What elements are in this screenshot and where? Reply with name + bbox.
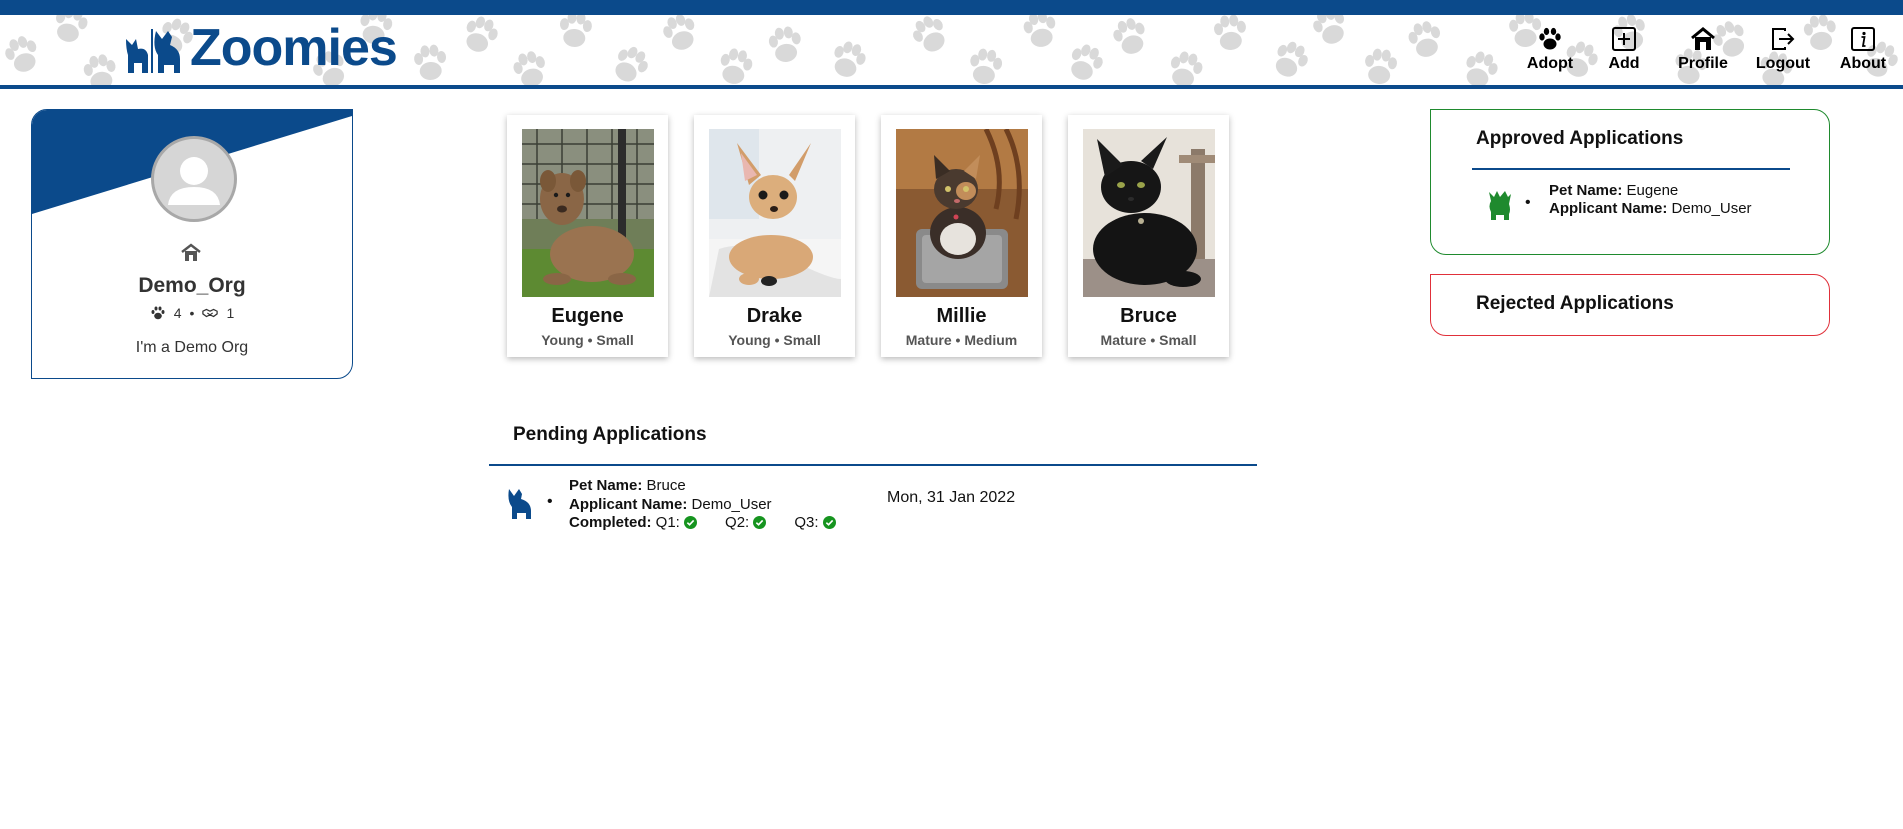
pet-photo-drake [709,129,841,297]
top-accent-bar [0,0,1903,15]
application-date: Mon, 31 Jan 2022 [887,489,1016,506]
pet-name: Bruce [1120,305,1177,327]
nav-add[interactable]: Add [1600,25,1648,85]
pet-meta: Young • Small [541,332,634,348]
nav-adopt[interactable]: Adopt [1520,25,1580,85]
cat-icon [508,489,531,519]
house-icon [181,243,201,261]
org-stats: 4 • 1 [32,305,352,321]
pet-name-label: Pet Name: [1549,182,1623,199]
nav-about-label: About [1839,55,1887,72]
pet-meta: Mature • Medium [905,332,1018,348]
q3-label: Q3: [794,514,819,531]
applicant-label: Applicant Name: [1549,200,1668,217]
pet-name-line: Pet Name: Bruce [569,477,838,496]
nav-profile[interactable]: Profile [1675,25,1731,85]
org-profile-card: Demo_Org 4 • 1 I'm a Demo Org [31,109,353,379]
nav-add-label: Add [1608,55,1640,72]
stats-separator: • [189,305,195,321]
nav-profile-label: Profile [1678,55,1728,72]
pet-photo-millie [896,129,1028,297]
pet-name-value: Eugene [1626,182,1679,199]
applicant-label: Applicant Name: [569,495,688,513]
pet-name: Eugene [551,305,624,327]
pet-name: Millie [936,305,987,327]
list-bullet: • [1525,194,1531,211]
house-icon [1691,27,1715,50]
check-circle-icon [683,516,697,529]
pet-card-eugene[interactable]: Eugene Young • Small [507,115,668,357]
avatar [151,136,237,222]
info-icon [1851,27,1875,51]
applicant-line: Applicant Name: Demo_User [569,496,838,515]
paw-icon [1539,27,1561,50]
pet-photo-bruce [1083,129,1215,297]
pet-card-drake[interactable]: Drake Young • Small [694,115,855,357]
approved-applications-panel: Approved Applications • Pet Name: Eugene… [1430,109,1830,255]
pet-card-bruce[interactable]: Bruce Mature • Small [1068,115,1229,357]
dog-icon [1489,191,1511,220]
nav-adopt-label: Adopt [1526,55,1574,72]
paw-icon [151,306,165,320]
approved-divider [1472,168,1790,170]
pet-name-line: Pet Name: Eugene [1549,182,1752,200]
check-circle-icon [822,516,836,529]
pet-name: Drake [746,305,803,327]
application-details: Pet Name: Eugene Applicant Name: Demo_Us… [1549,182,1752,218]
pending-applications-title: Pending Applications [513,424,707,445]
application-details: Pet Name: Bruce Applicant Name: Demo_Use… [569,477,838,533]
site-header: Zoomies Adopt Add Profile Logout About [0,15,1903,89]
org-bio: I'm a Demo Org [135,339,249,356]
adoption-count: 1 [226,305,235,321]
pet-card-millie[interactable]: Millie Mature • Medium [881,115,1042,357]
pet-name-label: Pet Name: [569,477,643,494]
q1-label: Q1: [655,514,680,531]
nav-logout-label: Logout [1755,55,1811,72]
plus-square-icon [1612,27,1636,51]
pending-application-item[interactable]: • Pet Name: Bruce Applicant Name: Demo_U… [505,475,1265,535]
logout-icon [1772,28,1795,50]
applicant-value: Demo_User [691,495,772,513]
nav-logout[interactable]: Logout [1753,25,1813,85]
org-name: Demo_Org [138,274,246,297]
list-bullet: • [547,493,553,510]
brand-name: Zoomies [190,19,398,77]
pending-divider [489,464,1257,466]
pet-meta: Mature • Small [1100,332,1197,348]
user-silhouette-icon [168,157,220,205]
approved-application-item[interactable]: • Pet Name: Eugene Applicant Name: Demo_… [1487,182,1807,226]
applicant-value: Demo_User [1671,200,1752,217]
check-circle-icon [753,516,767,529]
pet-meta: Young • Small [728,332,821,348]
nav-about[interactable]: About [1835,25,1891,85]
handshake-icon [202,308,219,318]
completed-label: Completed: [569,514,652,531]
rejected-applications-panel: Rejected Applications [1430,274,1830,336]
q2-label: Q2: [725,514,750,531]
pet-count: 4 [173,305,182,321]
pet-photo-eugene [522,129,654,297]
pet-name-value: Bruce [646,477,686,494]
completed-line: Completed: Q1: Q2: Q3: [569,514,838,533]
approved-applications-title: Approved Applications [1476,128,1684,149]
zoomies-logo-icon [126,29,180,73]
rejected-applications-title: Rejected Applications [1476,293,1674,314]
applicant-line: Applicant Name: Demo_User [1549,200,1752,218]
brand-logo[interactable]: Zoomies [124,19,398,79]
